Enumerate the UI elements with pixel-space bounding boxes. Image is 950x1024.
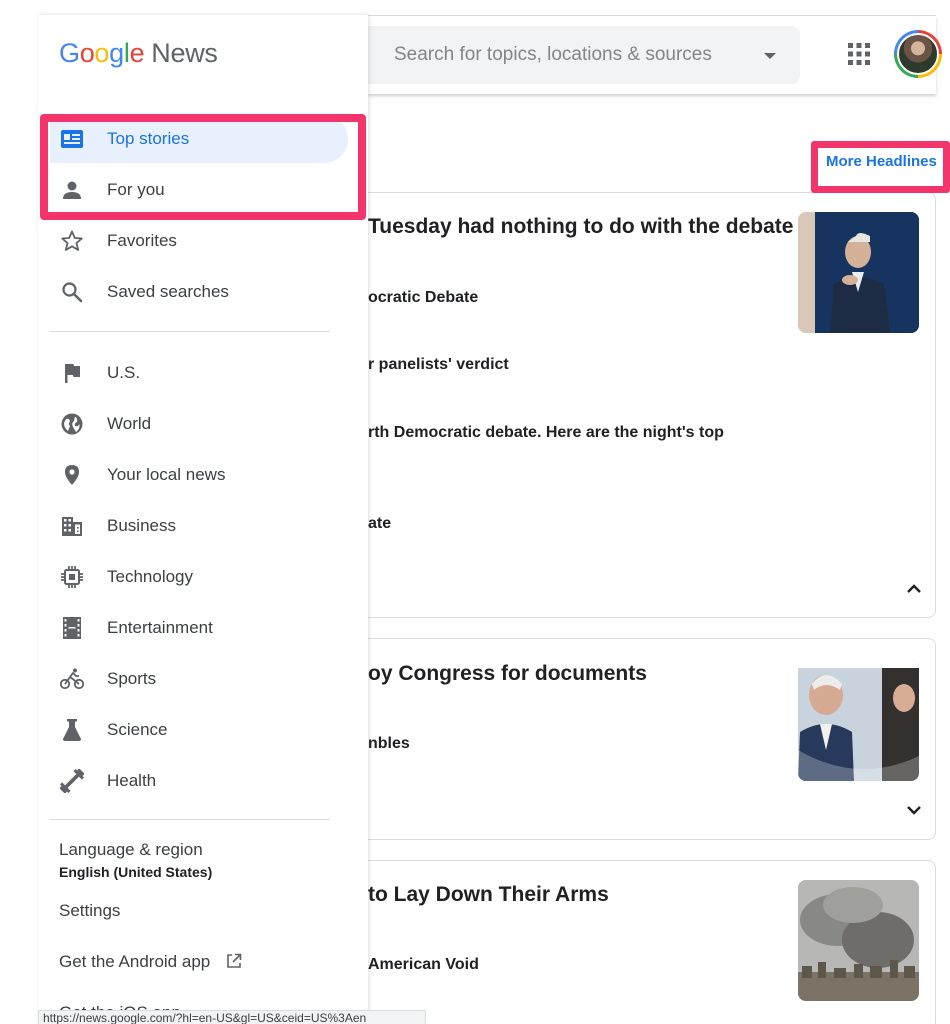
flag-icon [65, 364, 80, 383]
more-headlines-link[interactable]: More Headlines [826, 153, 937, 170]
dropdown-arrow-icon[interactable] [762, 48, 778, 64]
nav-label: Sports [107, 669, 157, 688]
nav-business[interactable]: Business [50, 502, 348, 550]
apps-grid-icon[interactable] [846, 41, 872, 67]
nav-us[interactable]: U.S. [50, 349, 348, 397]
nav-favorites[interactable]: Favorites [50, 217, 348, 265]
nav-label: Business [107, 516, 176, 535]
account-avatar[interactable] [894, 30, 942, 78]
nav-label: Your local news [107, 465, 226, 484]
nav-label: Saved searches [107, 282, 229, 301]
story-thumbnail[interactable] [798, 212, 919, 333]
divider [50, 331, 330, 332]
story-thumbnail[interactable] [798, 660, 919, 781]
expand-chevron-icon[interactable] [904, 800, 924, 820]
building-icon [62, 517, 82, 536]
nav-saved-searches[interactable]: Saved searches [50, 268, 348, 316]
nav-label: Science [107, 720, 168, 739]
nav-label: U.S. [107, 363, 141, 382]
language-value: English (United States) [59, 864, 213, 880]
location-pin-icon [65, 465, 79, 485]
flask-icon [63, 719, 81, 741]
android-app-link[interactable]: Get the Android app [59, 952, 242, 972]
story-headline[interactable]: to Lay Down Their Arms [368, 883, 609, 907]
search-box[interactable] [368, 26, 800, 84]
nav-label: Health [107, 771, 157, 790]
story-headline[interactable]: oy Congress for documents [368, 662, 647, 686]
settings-link[interactable]: Settings [59, 901, 120, 921]
related-story[interactable]: American Void [368, 956, 479, 974]
person-icon [63, 181, 81, 199]
story-headline[interactable]: Tuesday had nothing to do with the debat… [368, 215, 793, 239]
nav-label: Entertainment [107, 618, 213, 637]
nav-label: Favorites [107, 231, 177, 250]
divider [50, 819, 330, 820]
bike-icon [60, 668, 84, 690]
external-link-icon [227, 953, 242, 968]
nav-label: World [107, 414, 152, 433]
story-thumbnail[interactable] [798, 880, 919, 1001]
top-stories-icon [61, 130, 83, 148]
language-region-link[interactable]: Language & region [59, 840, 203, 860]
android-app-label: Get the Android app [59, 952, 211, 971]
nav-world[interactable]: World [50, 400, 348, 448]
nav-sports[interactable]: Sports [50, 655, 348, 703]
film-icon [63, 617, 81, 639]
star-icon [61, 230, 83, 251]
nav-technology[interactable]: Technology [50, 553, 348, 601]
related-story[interactable]: r panelists' verdict [368, 356, 509, 374]
nav-entertainment[interactable]: Entertainment [50, 604, 348, 652]
related-story[interactable]: ocratic Debate [368, 289, 478, 307]
related-story[interactable]: ate [368, 515, 391, 533]
search-icon [62, 282, 83, 303]
nav-label: Top stories [107, 129, 190, 148]
related-story[interactable]: nbles [368, 735, 410, 753]
nav-local-news[interactable]: Your local news [50, 451, 348, 499]
dumbbell-icon [60, 769, 84, 793]
nav-top-stories[interactable]: Top stories [50, 115, 348, 163]
nav-label: For you [107, 180, 165, 199]
search-input[interactable] [394, 26, 724, 84]
related-story[interactable]: rth Democratic debate. Here are the nigh… [368, 424, 724, 442]
nav-health[interactable]: Health [50, 757, 348, 805]
globe-icon [61, 413, 83, 435]
collapse-chevron-icon[interactable] [904, 579, 924, 599]
nav-label: Technology [107, 567, 194, 586]
nav-science[interactable]: Science [50, 706, 348, 754]
nav-for-you[interactable]: For you [50, 166, 348, 214]
status-bar-url: https://news.google.com/?hl=en-US&gl=US&… [38, 1010, 426, 1024]
google-news-logo[interactable]: Google News [59, 38, 218, 78]
chip-icon [61, 566, 83, 588]
